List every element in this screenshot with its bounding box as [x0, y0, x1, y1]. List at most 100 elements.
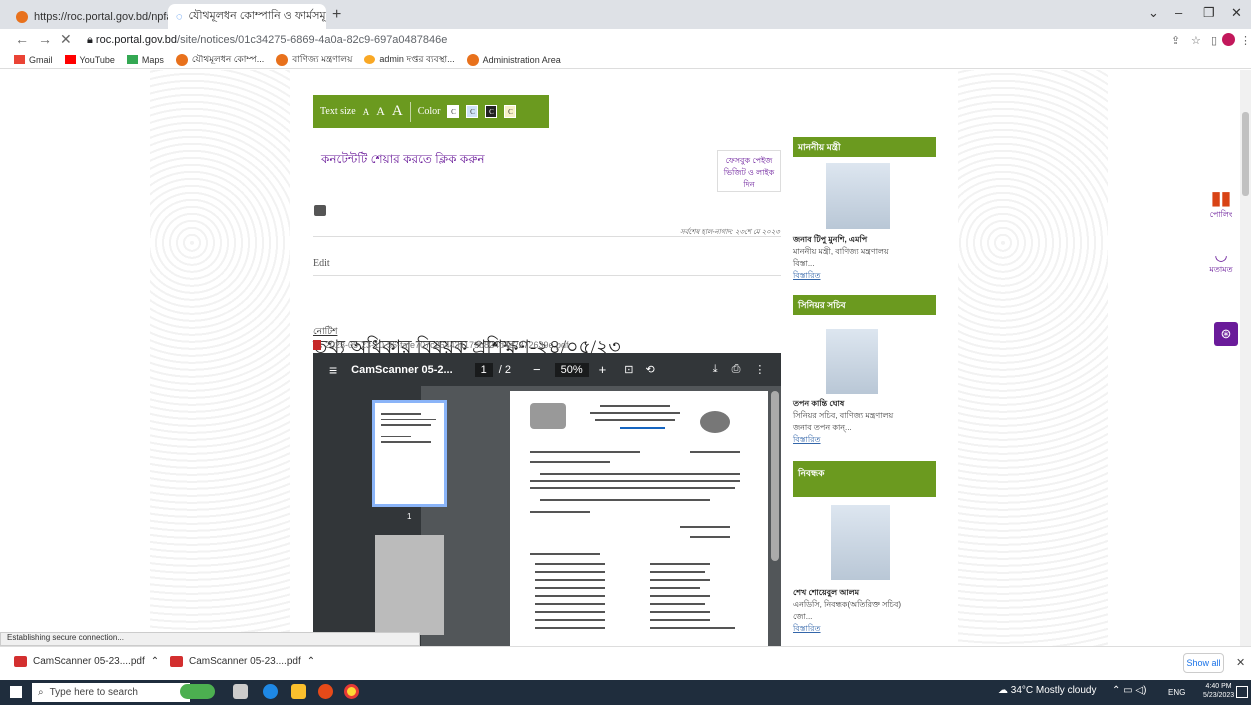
menu-icon[interactable]: ⋮: [1240, 34, 1251, 47]
bookmark-star-icon[interactable]: ☆: [1191, 34, 1201, 47]
pdf-menu-icon[interactable]: ≡: [329, 362, 337, 378]
accessibility-icon[interactable]: ⊛: [1214, 322, 1238, 346]
pdf-attachment-link[interactable]: 2023-05-23-10-36-fafe707c264431179b824d4…: [313, 340, 569, 350]
color-dark[interactable]: C: [485, 105, 498, 118]
minimize-icon[interactable]: –: [1175, 5, 1182, 20]
facebook-page-link[interactable]: ফেসবুক পেইজ ভিজিট ও লাইক দিন: [717, 150, 781, 192]
show-all-button[interactable]: Show all: [1183, 653, 1224, 673]
turtle-widget-icon[interactable]: [180, 684, 215, 699]
feedback-button[interactable]: ◡ মতামত: [1204, 246, 1238, 277]
lock-icon: 🔒︎: [87, 34, 96, 46]
url-input[interactable]: 🔒︎ roc.portal.gov.bd/site/notices/01c342…: [87, 34, 447, 47]
pdf-thumbnail-page-2[interactable]: [375, 535, 444, 635]
page-scrollbar-thumb[interactable]: [1242, 112, 1249, 196]
minister-details-link[interactable]: বিস্তারিত: [793, 271, 821, 280]
fit-page-icon[interactable]: ⊡: [624, 363, 633, 376]
print-icon[interactable]: ⎙: [732, 363, 741, 376]
tab-roc-active[interactable]: ◌ যৌথমূলধন কোম্পানি ও ফার্মসমূহ ✕: [168, 4, 326, 29]
edge-icon[interactable]: [263, 684, 278, 699]
bookmark-roc[interactable]: যৌথমূলধন কোম্প...: [175, 52, 265, 67]
share-icon[interactable]: ⇪: [1171, 34, 1180, 47]
loading-spinner-icon: ◌: [176, 10, 183, 23]
rotate-icon[interactable]: ⟲: [645, 363, 654, 376]
pdf-scrollbar[interactable]: [771, 391, 779, 561]
url-host: roc.portal.gov.bd: [95, 34, 178, 46]
zoom-in-icon[interactable]: +: [599, 362, 607, 377]
registrar-details-link[interactable]: বিস্তারিত: [793, 624, 821, 633]
tab-roc-npfadn[interactable]: https://roc.portal.gov.bd/npfadn ✕: [8, 4, 168, 29]
text-line: [620, 427, 665, 429]
text-size-small[interactable]: A: [363, 107, 370, 117]
download-icon[interactable]: ⤓: [713, 363, 718, 376]
pdf-zoom-input[interactable]: 50%: [554, 362, 589, 377]
text-line: [650, 595, 710, 597]
sidepanel-icon[interactable]: ▯: [1211, 34, 1217, 47]
text-size-medium[interactable]: A: [376, 104, 385, 119]
print-icon[interactable]: [314, 205, 326, 216]
task-view-icon[interactable]: [233, 684, 248, 699]
chrome-icon[interactable]: [344, 684, 359, 699]
text-line: [650, 587, 700, 589]
download-filename: CamScanner 05-23....pdf: [33, 656, 145, 667]
text-size-label: Text size: [320, 106, 356, 117]
more-options-icon[interactable]: ⋮: [754, 363, 765, 376]
bookmark-youtube[interactable]: YouTube: [64, 55, 115, 65]
text-line: [650, 563, 710, 565]
site-favicon-icon: [276, 53, 289, 66]
text-line: [690, 451, 740, 453]
chevron-up-icon[interactable]: ⌃: [307, 656, 315, 667]
tab-search-icon[interactable]: ⌄: [1148, 5, 1159, 21]
new-tab-icon[interactable]: +: [332, 6, 341, 24]
color-cream[interactable]: C: [504, 105, 517, 118]
poll-button[interactable]: ▮▮ পোলিং: [1204, 188, 1238, 222]
text-line: [650, 571, 705, 573]
secretary-details-link[interactable]: বিস্তারিত: [793, 435, 821, 444]
color-blue[interactable]: C: [466, 105, 479, 118]
poll-label: পোলিং: [1209, 210, 1233, 219]
share-link[interactable]: কনটেন্টটি শেয়ার করতে ক্লিক করুন: [321, 151, 485, 171]
signature-line: [680, 526, 730, 528]
bookmark-gmail[interactable]: Gmail: [14, 55, 53, 65]
back-icon[interactable]: ←: [15, 31, 29, 47]
download-item-2[interactable]: CamScanner 05-23....pdf ⌃: [170, 656, 315, 667]
forward-icon[interactable]: →: [38, 31, 52, 47]
bookmark-commerce[interactable]: বাণিজ্য মন্ত্রণালয়: [276, 52, 352, 67]
divider: [409, 101, 411, 122]
text-size-large[interactable]: A: [392, 103, 403, 120]
text-line: [535, 603, 605, 605]
minister-heading: মাননীয় মন্ত্রী: [793, 137, 936, 157]
text-line: [540, 473, 740, 475]
text-line: [535, 627, 605, 629]
firefox-icon[interactable]: [318, 684, 333, 699]
zoom-out-icon[interactable]: −: [533, 362, 541, 377]
close-window-icon[interactable]: ✕: [1231, 5, 1242, 21]
pdf-page-input[interactable]: 1: [474, 362, 493, 377]
bookmark-admin[interactable]: admin দপ্তর ব্যবস্থা...: [364, 52, 455, 67]
color-white[interactable]: C: [447, 105, 460, 118]
bookmark-label: যৌথমূলধন কোম্প...: [191, 54, 265, 64]
close-downloads-icon[interactable]: ✕: [1236, 656, 1245, 669]
youtube-icon: [64, 55, 76, 64]
tray-icons[interactable]: ⌃ ▭ ◁): [1112, 685, 1146, 696]
download-filename: CamScanner 05-23....pdf: [189, 656, 301, 667]
taskbar-clock[interactable]: 4:40 PM 5/23/2023: [1203, 682, 1234, 700]
status-bar: Establishing secure connection...: [0, 632, 420, 646]
language-indicator[interactable]: ENG: [1168, 688, 1185, 697]
profile-avatar[interactable]: [1222, 33, 1235, 46]
taskbar-search[interactable]: ⌕ Type here to search: [32, 683, 190, 702]
text-line: [381, 418, 436, 420]
weather-widget[interactable]: ☁ 34°C Mostly cloudy: [998, 685, 1096, 696]
restore-icon[interactable]: ❐: [1203, 5, 1215, 21]
clock-time: 4:40 PM: [1205, 683, 1232, 690]
file-explorer-icon[interactable]: [291, 684, 306, 699]
pdf-thumbnail-page-1[interactable]: [372, 400, 447, 507]
stop-icon[interactable]: ✕: [60, 31, 72, 48]
notification-icon[interactable]: [1236, 686, 1248, 698]
bookmark-maps[interactable]: Maps: [126, 55, 164, 65]
windows-start-icon[interactable]: [10, 686, 22, 698]
chevron-up-icon[interactable]: ⌃: [151, 656, 159, 667]
bookmark-admin-area[interactable]: Administration Area: [466, 53, 561, 66]
download-item-1[interactable]: CamScanner 05-23....pdf ⌃: [14, 656, 159, 667]
text-line: [530, 461, 610, 463]
edit-link[interactable]: Edit: [313, 258, 330, 269]
